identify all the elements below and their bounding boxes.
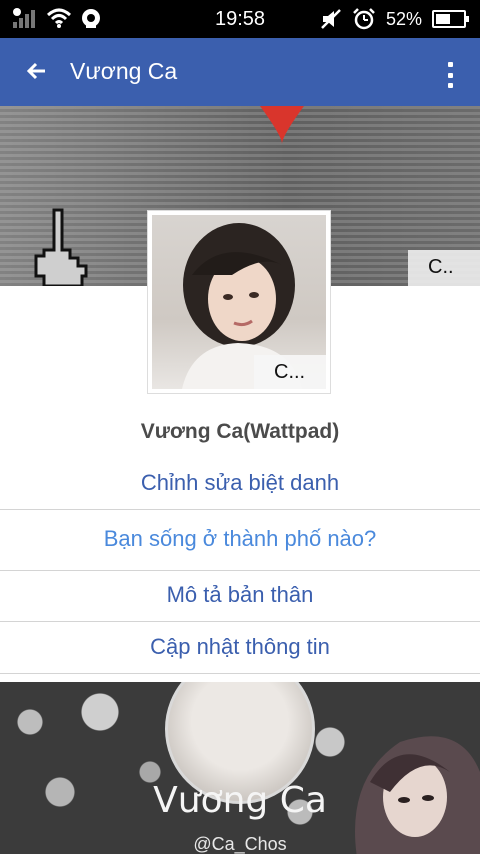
middle-finger-hand-icon: [34, 208, 88, 286]
featured-banner[interactable]: Vương Ca @Ca_Chos: [0, 682, 480, 854]
mute-icon: [321, 9, 341, 29]
avatar-change-badge[interactable]: C...: [254, 355, 326, 389]
app-bar: Vương Ca: [0, 38, 480, 106]
banner-title: Vương Ca: [153, 780, 327, 821]
alarm-icon: [353, 8, 375, 30]
status-right-icons: 52%: [320, 7, 469, 31]
banner-handle: @Ca_Chos: [193, 834, 287, 854]
cover-change-badge[interactable]: C..: [408, 250, 480, 286]
divider: [0, 570, 480, 571]
profile-avatar[interactable]: C...: [147, 210, 331, 394]
profile-name: Vương Ca(Wattpad): [140, 420, 340, 443]
battery-icon: [432, 10, 469, 28]
back-arrow-icon: [27, 62, 45, 80]
divider: [0, 673, 480, 674]
heart-icon: [260, 106, 304, 144]
battery-percent: 52%: [385, 8, 422, 29]
divider: [0, 509, 480, 510]
more-vert-icon[interactable]: [448, 62, 454, 88]
battery-fill: [436, 14, 450, 24]
city-question-link[interactable]: Bạn sống ở thành phố nào?: [0, 526, 480, 552]
app-bar-title: Vương Ca: [70, 58, 178, 84]
edit-nickname-link[interactable]: Chỉnh sửa biệt danh: [0, 470, 480, 496]
status-bar: 19:58 52%: [0, 0, 480, 38]
anime-illustration: [355, 736, 480, 854]
update-info-link[interactable]: Cập nhật thông tin: [0, 634, 480, 660]
describe-self-link[interactable]: Mô tả bản thân: [0, 582, 480, 608]
back-button[interactable]: [22, 56, 52, 86]
avatar-photo: C...: [152, 215, 326, 389]
divider: [0, 621, 480, 622]
